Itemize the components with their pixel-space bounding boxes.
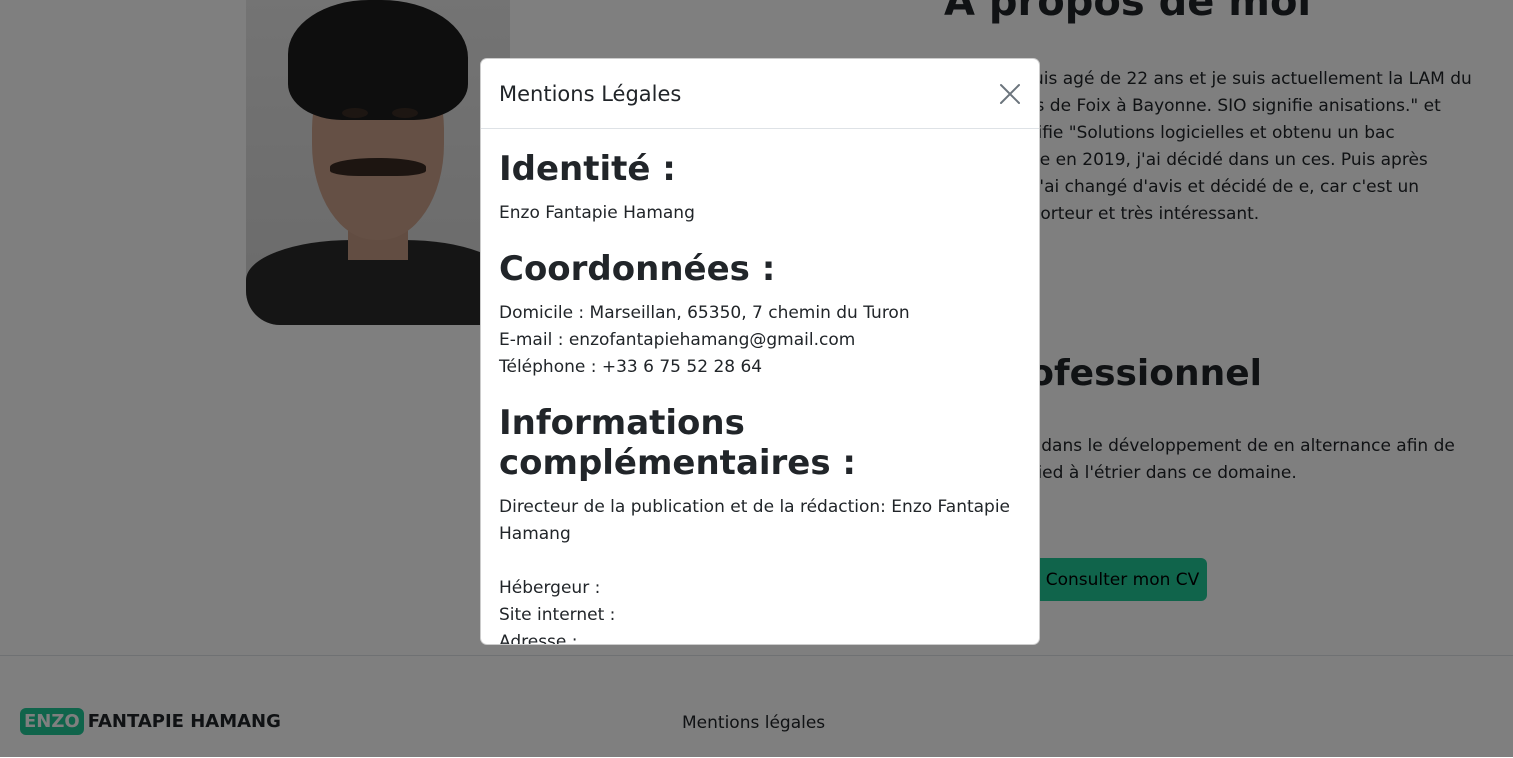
contact-heading: Coordonnées :	[499, 248, 776, 289]
modal-title: Mentions Légales	[499, 81, 682, 106]
modal-header: Mentions Légales	[481, 59, 1039, 129]
contact-address: Domicile : Marseillan, 65350, 7 chemin d…	[499, 302, 910, 323]
identity-text: Enzo Fantapie Hamang	[499, 202, 695, 223]
host-label: Hébergeur :	[499, 578, 601, 599]
address-label: Adresse :	[499, 632, 578, 645]
legal-mentions-modal: Mentions Légales Identité : Enzo Fantapi…	[480, 58, 1040, 645]
identity-heading: Identité :	[499, 149, 676, 189]
close-icon	[1000, 83, 1020, 104]
host-block: Hébergeur : Site internet : Adresse :	[499, 575, 1021, 645]
close-button[interactable]	[998, 82, 1022, 106]
info-director: Directeur de la publication et de la réd…	[499, 497, 1011, 545]
site-label: Site internet :	[499, 605, 616, 626]
contact-phone: Téléphone : +33 6 75 52 28 64	[499, 356, 763, 377]
contact-block: Domicile : Marseillan, 65350, 7 chemin d…	[499, 300, 1021, 381]
contact-email: E-mail : enzofantapiehamang@gmail.com	[499, 329, 856, 350]
info-heading: Informations complémentaires :	[499, 402, 857, 484]
modal-body: Identité : Enzo Fantapie Hamang Coordonn…	[481, 129, 1039, 645]
